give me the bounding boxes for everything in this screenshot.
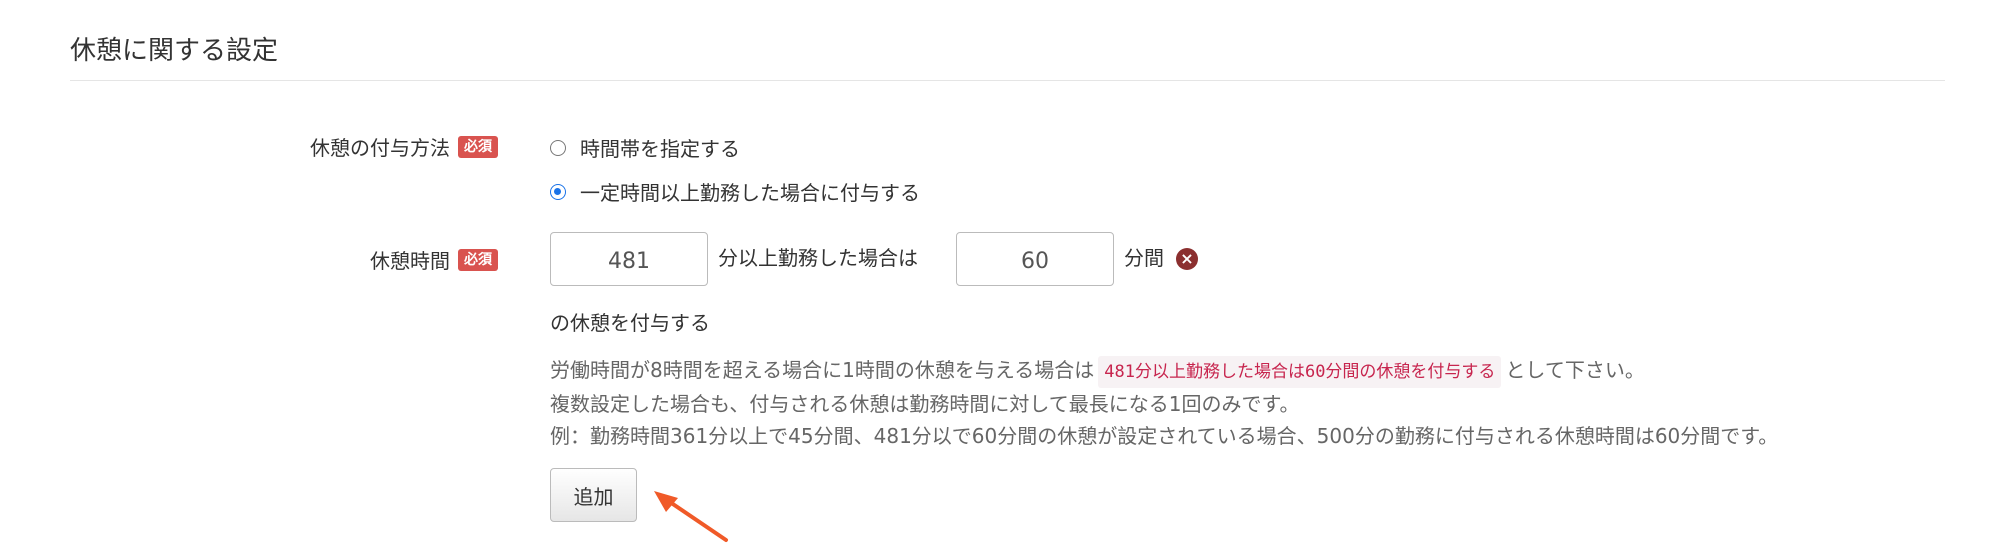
work-minutes-suffix: 分以上勤務した場合は	[718, 246, 918, 270]
break-minutes-suffix: 分間	[1124, 246, 1164, 270]
help-line-2: 複数設定した場合も、付与される休憩は勤務時間に対して最長になる1回のみです。	[550, 392, 1300, 416]
required-badge: 必須	[458, 248, 498, 271]
break-time-label-text: 休憩時間	[370, 249, 450, 273]
break-time-label: 休憩時間 必須	[370, 245, 498, 274]
radio-label: 一定時間以上勤務した場合に付与する	[580, 181, 920, 205]
break-grant-text: の休憩を付与する	[550, 311, 710, 335]
radio-button[interactable]	[550, 139, 566, 156]
annotation-arrow-icon	[654, 491, 728, 542]
help-line-3: 例：勤務時間361分以上で45分間、481分以で60分間の休憩が設定されている場…	[550, 424, 1779, 448]
times-circle-icon[interactable]: ×	[1176, 248, 1198, 270]
break-minutes-input[interactable]	[956, 232, 1114, 286]
work-minutes-input[interactable]	[550, 232, 708, 286]
radio-label: 時間帯を指定する	[580, 137, 740, 161]
section-divider	[70, 80, 1945, 81]
section-title: 休憩に関する設定	[70, 36, 279, 66]
help-example-code: 481分以上勤務した場合は60分間の休憩を付与する	[1098, 356, 1502, 388]
help-text: 労働時間が8時間を超える場合に1時間の休憩を与える場合は 481分以上勤務した場合…	[550, 354, 1778, 452]
radio-button-selected[interactable]	[550, 183, 566, 200]
radio-option-work-duration[interactable]: 一定時間以上勤務した場合に付与する	[550, 177, 920, 206]
add-button[interactable]: 追加	[550, 468, 637, 522]
required-badge: 必須	[458, 135, 498, 158]
help-line-1: 労働時間が8時間を超える場合に1時間の休憩を与える場合は 481分以上勤務した場合…	[550, 354, 1778, 388]
break-method-label-text: 休憩の付与方法	[310, 136, 450, 160]
radio-option-time-slot[interactable]: 時間帯を指定する	[550, 133, 740, 162]
break-method-label: 休憩の付与方法 必須	[310, 132, 498, 161]
